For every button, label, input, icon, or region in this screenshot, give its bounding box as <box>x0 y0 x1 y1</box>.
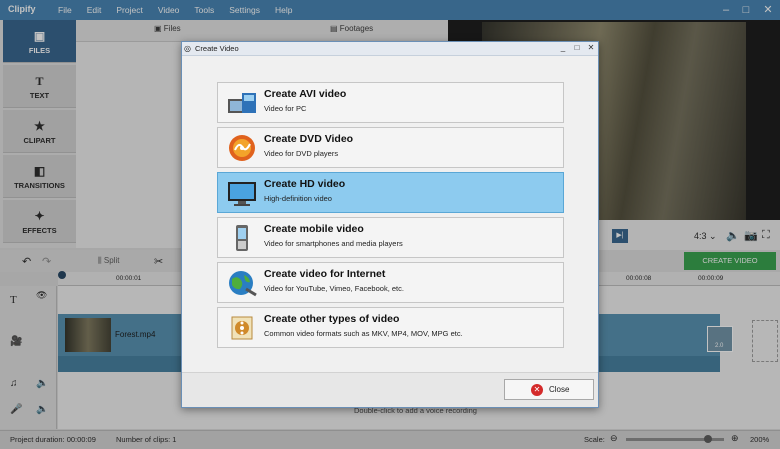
option-title: Create HD video <box>264 178 346 190</box>
option-title: Create video for Internet <box>264 268 386 280</box>
create-video-dialog: ◎ Create Video _ □ ✕ Create AVI video Vi… <box>181 41 599 408</box>
dialog-titlebar: ◎ Create Video _ □ ✕ <box>182 42 598 56</box>
film-reel-icon <box>231 316 253 340</box>
option-avi[interactable]: Create AVI video Video for PC <box>217 82 564 123</box>
dvd-disc-icon <box>229 135 255 161</box>
option-dvd[interactable]: Create DVD Video Video for DVD players <box>217 127 564 168</box>
dialog-maximize-icon[interactable]: □ <box>570 43 584 54</box>
option-subtitle: Video for YouTube, Vimeo, Facebook, etc. <box>264 284 404 293</box>
option-title: Create DVD Video <box>264 133 354 145</box>
avi-film-icon <box>228 93 256 113</box>
mobile-phone-icon <box>236 225 248 251</box>
option-subtitle: Video for PC <box>264 104 307 113</box>
app-logo-icon: ◎ <box>184 44 191 53</box>
option-other[interactable]: Create other types of video Common video… <box>217 307 564 348</box>
option-subtitle: Video for DVD players <box>264 149 339 158</box>
dialog-close-icon[interactable]: ✕ <box>584 43 598 54</box>
option-title: Create mobile video <box>264 223 364 235</box>
option-mobile[interactable]: Create mobile video Video for smartphone… <box>217 217 564 258</box>
option-subtitle: High-definition video <box>264 194 332 203</box>
globe-icon <box>229 271 257 297</box>
option-subtitle: Common video formats such as MKV, MP4, M… <box>264 329 463 338</box>
close-icon: ✕ <box>531 384 543 396</box>
option-title: Create other types of video <box>264 313 400 325</box>
dialog-minimize-icon[interactable]: _ <box>556 43 570 54</box>
option-hd[interactable]: Create HD video High-definition video <box>217 172 564 213</box>
option-subtitle: Video for smartphones and media players <box>264 239 403 248</box>
close-button[interactable]: ✕ Close <box>504 379 594 400</box>
option-internet[interactable]: Create video for Internet Video for YouT… <box>217 262 564 303</box>
dialog-title: Create Video <box>195 44 239 53</box>
hd-monitor-icon <box>228 182 256 206</box>
close-label: Close <box>549 385 570 394</box>
option-title: Create AVI video <box>264 88 347 100</box>
